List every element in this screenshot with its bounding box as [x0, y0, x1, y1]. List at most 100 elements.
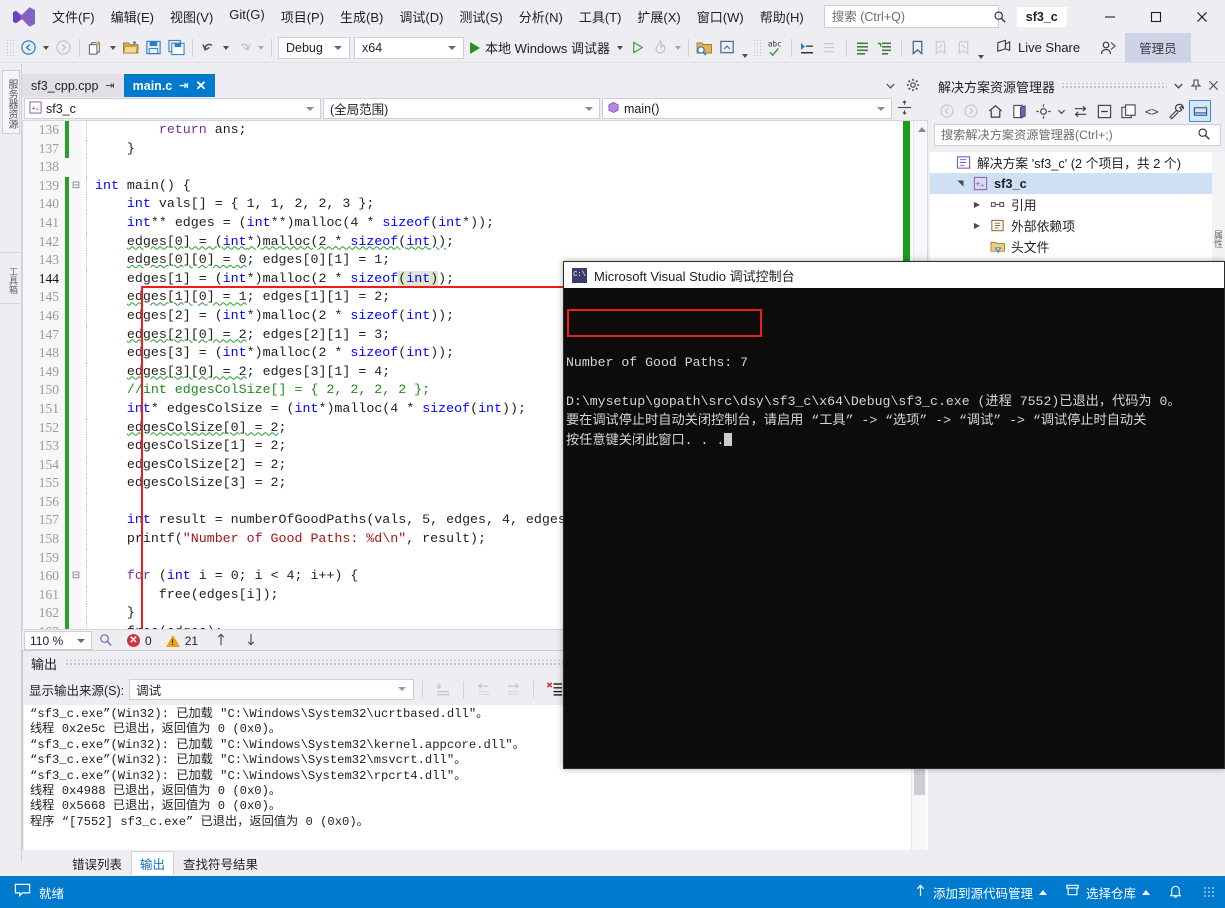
chevron-down-icon[interactable]	[1173, 79, 1184, 94]
debug-target-dropdown-icon[interactable]	[616, 45, 623, 50]
open-file-icon[interactable]	[119, 36, 142, 60]
toolbar-grip-2[interactable]	[752, 38, 761, 57]
tree-node-3[interactable]: ▶ 外部依赖项	[930, 215, 1225, 236]
gear-icon[interactable]	[906, 78, 920, 95]
menu-item-5[interactable]: 生成(B)	[332, 2, 391, 31]
new-item-dropdown-icon[interactable]	[110, 45, 116, 50]
bookmark-icon[interactable]	[906, 36, 929, 60]
code-text[interactable]: int vals[] = { 1, 1, 2, 2, 3 };	[93, 195, 903, 214]
preview-selected-items-icon[interactable]	[1189, 100, 1211, 122]
menu-item-3[interactable]: Git(G)	[221, 2, 272, 31]
menu-item-10[interactable]: 扩展(X)	[629, 2, 688, 31]
member-selector-combo[interactable]: main()	[602, 98, 892, 119]
menu-item-11[interactable]: 窗口(W)	[689, 2, 752, 31]
solution-explorer-search-box[interactable]	[934, 124, 1221, 146]
close-icon[interactable]: ✕	[195, 79, 206, 92]
comment-icon[interactable]	[851, 36, 874, 60]
document-tab-sf3-cpp[interactable]: sf3_cpp.cpp ⇥	[22, 74, 124, 97]
solution-tree[interactable]: 解决方案 'sf3_c' (2 个项目，共 2 个) ◢ + + sf3_c ▶ 引用 ▶ 外部…	[930, 152, 1225, 270]
save-icon[interactable]	[142, 36, 165, 60]
save-all-icon[interactable]	[165, 36, 188, 60]
code-text[interactable]: return ans;	[93, 121, 903, 140]
console-output[interactable]: Number of Good Paths: 7 D:\mysetup\gopat…	[564, 288, 1224, 768]
live-share-button[interactable]: Live Share	[987, 36, 1088, 60]
split-view-icon[interactable]	[894, 99, 915, 118]
properties-icon[interactable]	[1165, 100, 1187, 122]
pin-icon[interactable]	[1190, 78, 1202, 94]
toolbox-vertical-tab[interactable]: 工具箱	[0, 252, 20, 304]
show-all-files-icon[interactable]: <>	[1141, 100, 1163, 122]
code-line[interactable]: 137 }	[23, 139, 903, 159]
pin-icon[interactable]: ⇥	[179, 79, 188, 92]
error-count-indicator[interactable]: ✕ 0	[127, 634, 152, 648]
refresh-icon[interactable]	[1069, 100, 1091, 122]
add-to-source-control-button[interactable]: 添加到源代码管理	[914, 883, 1047, 902]
fold-toggle-icon[interactable]: ⊟	[69, 567, 83, 586]
scroll-up-icon[interactable]	[914, 121, 927, 137]
project-selector-combo[interactable]: + + sf3_c	[24, 98, 321, 119]
menu-item-7[interactable]: 测试(S)	[451, 2, 510, 31]
menu-item-12[interactable]: 帮助(H)	[752, 2, 812, 31]
toolbar-grip[interactable]	[6, 38, 14, 57]
chevron-down-icon[interactable]	[1056, 100, 1067, 122]
code-line[interactable]: 140 int vals[] = { 1, 1, 2, 2, 3 };	[23, 195, 903, 214]
bell-icon[interactable]	[1168, 883, 1183, 902]
menu-item-1[interactable]: 编辑(E)	[103, 2, 162, 31]
code-text[interactable]	[93, 158, 903, 177]
search-input[interactable]	[831, 9, 993, 24]
code-text[interactable]: int main() {	[93, 177, 903, 196]
menu-item-2[interactable]: 视图(V)	[162, 2, 221, 31]
expanded-arrow-icon[interactable]: ◢	[956, 177, 965, 191]
intellicode-icon[interactable]	[98, 632, 113, 650]
zoom-level-combo[interactable]: 110 %	[24, 631, 92, 650]
menu-item-6[interactable]: 调试(D)	[391, 2, 451, 31]
warning-count-indicator[interactable]: 21	[165, 634, 198, 648]
undo-icon[interactable]	[197, 36, 220, 60]
maximize-button[interactable]	[1133, 0, 1179, 33]
tree-node-1[interactable]: ◢ + + sf3_c	[930, 173, 1225, 194]
code-text[interactable]: }	[93, 140, 903, 159]
pin-icon[interactable]: ⇥	[105, 79, 114, 92]
back-dropdown-icon[interactable]	[43, 45, 49, 50]
folder-search-icon[interactable]	[693, 36, 716, 60]
solution-search-input[interactable]	[941, 128, 1197, 142]
code-line[interactable]: 141 int** edges = (int**)malloc(4 * size…	[23, 213, 903, 233]
menu-item-0[interactable]: 文件(F)	[44, 2, 103, 31]
undo-dropdown-icon[interactable]	[223, 45, 229, 50]
select-repository-button[interactable]: 选择仓库	[1065, 883, 1150, 902]
previous-issue-icon[interactable]	[214, 632, 228, 650]
close-icon[interactable]	[1208, 79, 1219, 94]
chevron-down-icon[interactable]	[885, 80, 896, 94]
close-button[interactable]	[1179, 0, 1225, 33]
uncomment-icon[interactable]	[874, 36, 897, 60]
tree-node-2[interactable]: ▶ 引用	[930, 194, 1225, 215]
bookmark-dropdown-icon[interactable]	[977, 55, 984, 59]
indent-icon[interactable]	[796, 36, 819, 60]
global-search-box[interactable]	[823, 5, 1006, 28]
menu-item-8[interactable]: 分析(N)	[511, 2, 571, 31]
menu-item-9[interactable]: 工具(T)	[571, 2, 630, 31]
code-text[interactable]: edges[0] = (int*)malloc(2 * sizeof(int))…	[93, 233, 903, 252]
code-line[interactable]: 142 edges[0] = (int*)malloc(2 * sizeof(i…	[23, 232, 903, 252]
new-folder-icon[interactable]	[1117, 100, 1139, 122]
collapsed-arrow-icon[interactable]: ▶	[970, 200, 984, 209]
minimize-button[interactable]	[1087, 0, 1133, 33]
new-item-icon[interactable]	[84, 36, 107, 60]
bottom-tab-1[interactable]: 输出	[131, 851, 175, 875]
home-icon[interactable]	[984, 100, 1006, 122]
code-line[interactable]: 136 return ans;	[23, 121, 903, 140]
resize-grip[interactable]	[1203, 886, 1215, 898]
fold-toggle-icon[interactable]: ⊟	[69, 177, 83, 196]
tree-node-4[interactable]: 头文件	[930, 236, 1225, 257]
code-text[interactable]: int** edges = (int**)malloc(4 * sizeof(i…	[93, 214, 903, 233]
navigate-back-icon[interactable]	[17, 36, 40, 60]
code-line[interactable]: 138	[23, 158, 903, 177]
solution-configuration-combo[interactable]: Debug	[278, 36, 350, 59]
document-tab-main-c[interactable]: main.c ⇥ ✕	[123, 74, 216, 97]
debug-console-window[interactable]: C:\ Microsoft Visual Studio 调试控制台 Number…	[563, 261, 1225, 769]
code-line[interactable]: 139 ⊟ int main() {	[23, 176, 903, 196]
bottom-tab-2[interactable]: 查找符号结果	[175, 851, 266, 875]
start-debugging-button[interactable]: 本地 Windows 调试器	[466, 36, 614, 60]
scope-selector-combo[interactable]: (全局范围)	[323, 98, 600, 119]
menu-item-4[interactable]: 项目(P)	[273, 2, 332, 31]
